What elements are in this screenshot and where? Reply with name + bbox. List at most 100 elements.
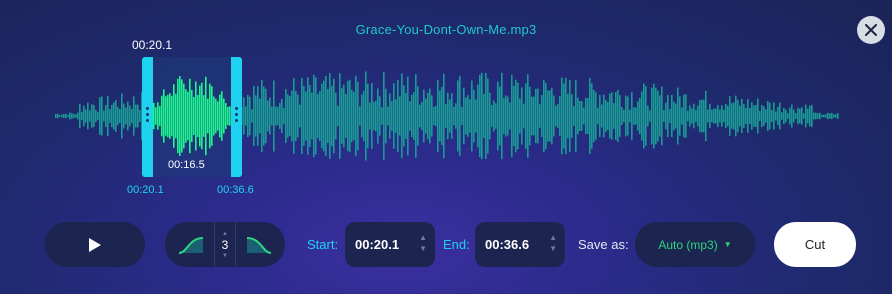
waveform-bar	[369, 102, 371, 130]
waveform-bar	[245, 106, 247, 126]
waveform-bar	[379, 96, 381, 136]
waveform-bar	[759, 110, 761, 122]
waveform-bar	[65, 113, 67, 119]
end-time-input[interactable]: 00:36.6 ▲ ▼	[475, 222, 565, 267]
waveform-bar	[833, 114, 835, 118]
waveform-bar	[669, 109, 671, 123]
waveform-bar	[489, 92, 491, 140]
waveform-bar	[123, 103, 125, 129]
waveform-bar	[717, 104, 719, 128]
waveform-bar	[679, 96, 681, 136]
waveform-bar	[353, 91, 355, 141]
waveform-bar	[471, 80, 473, 152]
waveform[interactable]	[0, 0, 892, 210]
waveform-bar	[399, 96, 401, 136]
waveform-bar	[377, 88, 379, 144]
waveform-bar	[199, 85, 201, 147]
waveform-bar	[359, 106, 361, 126]
waveform-bar	[87, 102, 89, 130]
waveform-bar	[523, 103, 525, 129]
increment-icon[interactable]: ▲	[419, 233, 427, 242]
waveform-bar	[437, 79, 439, 153]
start-time-input[interactable]: 00:20.1 ▲ ▼	[345, 222, 435, 267]
waveform-bar	[601, 104, 603, 128]
start-label: Start:	[307, 237, 339, 252]
waveform-bar	[555, 105, 557, 127]
fade-value-stepper[interactable]: ▲ 3 ▼	[214, 222, 236, 267]
waveform-bar	[713, 108, 715, 124]
waveform-bar	[83, 105, 85, 127]
waveform-bar	[663, 110, 665, 122]
waveform-bar	[183, 83, 185, 149]
waveform-bar	[563, 83, 565, 149]
waveform-bar	[745, 107, 747, 125]
waveform-bar	[255, 95, 257, 137]
waveform-bar	[129, 105, 131, 127]
increment-icon[interactable]: ▲	[222, 230, 228, 238]
waveform-bar	[561, 77, 563, 155]
waveform-bar	[375, 100, 377, 132]
waveform-bar	[697, 105, 699, 127]
waveform-bar	[341, 88, 343, 144]
waveform-bar	[749, 108, 751, 124]
waveform-bar	[709, 103, 711, 129]
waveform-bar	[273, 80, 275, 152]
waveform-bar	[425, 98, 427, 134]
waveform-bar	[641, 91, 643, 141]
cut-button[interactable]: Cut	[774, 222, 856, 267]
waveform-bar	[371, 82, 373, 150]
waveform-bar	[659, 95, 661, 137]
fade-in-icon	[178, 236, 204, 254]
waveform-bar	[499, 86, 501, 146]
waveform-bar	[185, 89, 187, 143]
waveform-bar	[645, 86, 647, 146]
waveform-bar	[801, 107, 803, 125]
waveform-bar	[361, 94, 363, 138]
start-time-spinner[interactable]: ▲ ▼	[419, 233, 427, 253]
waveform-bar	[373, 101, 375, 131]
waveform-bar	[257, 86, 259, 146]
waveform-bar	[765, 109, 767, 123]
waveform-bar	[279, 102, 281, 130]
waveform-area[interactable]: 00:20.1 00:16.5 00:20.1 00:36.6	[0, 0, 892, 210]
waveform-bar	[753, 105, 755, 127]
fade-out-icon	[246, 236, 272, 254]
decrement-icon[interactable]: ▼	[222, 252, 228, 260]
end-time-spinner[interactable]: ▲ ▼	[549, 233, 557, 253]
waveform-bar	[723, 109, 725, 123]
waveform-bar	[397, 80, 399, 152]
waveform-bar	[553, 95, 555, 137]
waveform-bar	[581, 101, 583, 131]
waveform-bar	[571, 94, 573, 138]
format-dropdown[interactable]: Auto (mp3) ▼	[635, 222, 755, 267]
selection-start-handle[interactable]	[142, 57, 153, 177]
waveform-bar	[573, 106, 575, 126]
waveform-bar	[691, 108, 693, 124]
fade-out-button[interactable]	[242, 232, 276, 258]
waveform-bar	[267, 100, 269, 132]
waveform-bar	[447, 92, 449, 140]
decrement-icon[interactable]: ▼	[549, 244, 557, 253]
waveform-bar	[565, 77, 567, 155]
waveform-bar	[731, 103, 733, 129]
waveform-bar	[73, 113, 75, 119]
waveform-bar	[173, 84, 175, 148]
waveform-bar	[497, 81, 499, 151]
waveform-bar	[347, 80, 349, 152]
decrement-icon[interactable]: ▼	[419, 244, 427, 253]
waveform-bar	[181, 79, 183, 153]
increment-icon[interactable]: ▲	[549, 233, 557, 242]
play-button[interactable]	[45, 222, 145, 267]
waveform-bar	[153, 102, 155, 130]
fade-in-button[interactable]	[174, 232, 208, 258]
waveform-bar	[493, 100, 495, 132]
waveform-bar	[541, 94, 543, 138]
selection-end-handle[interactable]	[231, 57, 242, 177]
waveform-bar	[823, 114, 825, 118]
waveform-bar	[365, 71, 367, 161]
waveform-bar	[457, 80, 459, 152]
waveform-bar	[265, 88, 267, 144]
waveform-bar	[747, 98, 749, 134]
waveform-bar	[165, 96, 167, 136]
waveform-bar	[113, 102, 115, 130]
